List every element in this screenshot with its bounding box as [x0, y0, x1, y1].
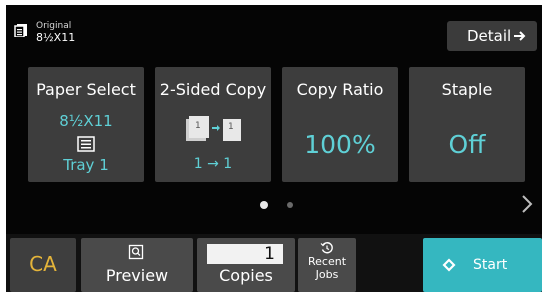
- two-sided-copy-tile[interactable]: 2-Sided Copy 1 1 1 → 1: [155, 67, 271, 182]
- staple-tile[interactable]: Staple Off: [409, 67, 525, 182]
- original-size: 8½X11: [36, 31, 76, 44]
- document-stack-icon: [14, 24, 27, 37]
- recent-jobs-label: Recent Jobs: [298, 255, 356, 281]
- preview-button[interactable]: Preview: [81, 238, 193, 292]
- detail-label: Detail: [467, 27, 512, 45]
- copy-ratio-value: 100%: [304, 130, 376, 159]
- paper-size-value: 8½X11: [59, 112, 113, 130]
- duplex-pages-icon: 1 1: [186, 116, 241, 141]
- original-title: Original: [36, 21, 72, 31]
- start-button[interactable]: Start: [423, 238, 542, 292]
- detail-button[interactable]: Detail: [447, 21, 537, 51]
- start-label: Start: [473, 257, 508, 273]
- recent-jobs-line1: Recent: [307, 255, 347, 268]
- start-diamond-icon: [442, 258, 456, 272]
- clear-all-button[interactable]: CA: [10, 238, 76, 292]
- copies-label: Copies: [219, 266, 273, 285]
- arrow-right-icon: [514, 31, 526, 41]
- copies-count-field[interactable]: 1: [207, 244, 283, 264]
- recent-jobs-line2: Jobs: [315, 268, 339, 281]
- two-sided-copy-title: 2-Sided Copy: [159, 80, 267, 99]
- clear-all-label: CA: [29, 252, 57, 276]
- copy-ratio-title: Copy Ratio: [296, 80, 384, 99]
- staple-title: Staple: [441, 80, 493, 99]
- page-indicator-dot: [287, 202, 293, 208]
- paper-tray-icon: [77, 136, 95, 152]
- paper-select-title: Paper Select: [36, 80, 136, 99]
- paper-tray-value: Tray 1: [63, 156, 109, 174]
- svg-text:1: 1: [195, 121, 201, 131]
- staple-value: Off: [448, 130, 486, 159]
- two-sided-mode-value: 1 → 1: [193, 156, 233, 172]
- page-indicator-dot-active: [260, 201, 268, 209]
- history-icon: [320, 242, 333, 254]
- copy-screen: Original 8½X11 Detail Paper Select 8½X11…: [6, 5, 542, 292]
- paper-select-tile[interactable]: Paper Select 8½X11 Tray 1: [28, 67, 144, 182]
- preview-magnifier-icon: [128, 244, 144, 260]
- copy-ratio-tile[interactable]: Copy Ratio 100%: [282, 67, 398, 182]
- svg-text:1: 1: [228, 122, 234, 132]
- copies-button[interactable]: 1 Copies: [197, 238, 295, 292]
- chevron-right-icon[interactable]: [520, 194, 534, 214]
- preview-label: Preview: [105, 266, 169, 285]
- recent-jobs-button[interactable]: Recent Jobs: [298, 238, 356, 292]
